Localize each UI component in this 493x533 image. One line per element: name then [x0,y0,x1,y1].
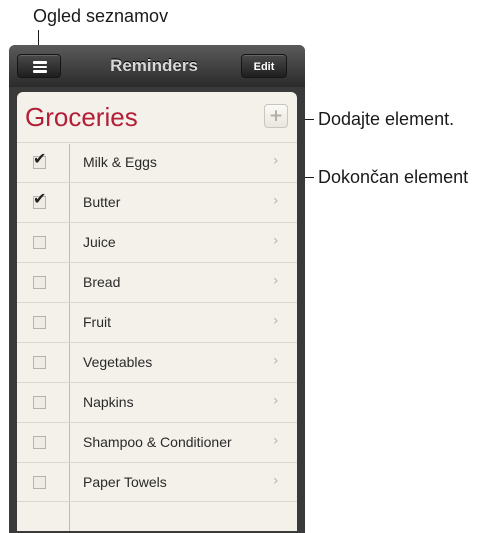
list-item[interactable]: Shampoo & Conditioner › [17,422,297,462]
list-title: Groceries [25,102,138,132]
list-item[interactable]: ✔ Milk & Eggs › [17,142,297,182]
list-item-label: Napkins [83,394,134,410]
list-item-label: Shampoo & Conditioner [83,434,232,450]
chevron-right-icon: › [273,273,279,289]
list-item[interactable]: Fruit › [17,302,297,342]
chevron-right-icon: › [273,353,279,369]
completion-checkbox[interactable] [33,316,46,329]
chevron-right-icon: › [273,393,279,409]
list-item[interactable]: Vegetables › [17,342,297,382]
list-item[interactable]: ✔ Butter › [17,182,297,222]
chevron-right-icon: › [273,313,279,329]
add-item-button[interactable]: + [264,104,288,128]
edit-button[interactable]: Edit [241,54,287,78]
list-item-label: Vegetables [83,354,153,370]
list-item-label: Milk & Eggs [83,154,157,170]
checkmark-icon: ✔ [33,189,47,208]
navigation-bar: Reminders Edit [9,45,305,87]
list-item[interactable]: Bread › [17,262,297,302]
callout-completed-item: Dokončan element [318,167,469,187]
completion-checkbox[interactable] [33,396,46,409]
chevron-right-icon: › [273,433,279,449]
callout-add-item: Dodajte element. [318,109,455,129]
list-item[interactable]: Napkins › [17,382,297,422]
callout-list-view: Ogled seznamov [33,6,169,26]
hamburger-menu-icon [33,61,47,73]
list-item-label: Paper Towels [83,474,167,490]
list-item[interactable]: Paper Towels › [17,462,297,502]
completion-checkbox[interactable] [33,236,46,249]
plus-icon: + [268,106,284,126]
list-paper: Groceries + ✔ Milk & Eggs › ✔ Butter › Juice › B… [17,92,297,531]
list-item-label: Butter [83,194,121,210]
list-item-label: Juice [83,234,116,250]
completion-checkbox[interactable] [33,356,46,369]
chevron-right-icon: › [273,153,279,169]
chevron-right-icon: › [273,193,279,209]
completion-checkbox[interactable]: ✔ [33,191,46,209]
annotated-screenshot: Ogled seznamov Dodajte element. Dokončan… [0,0,493,533]
list-view-button[interactable] [17,54,61,78]
reminders-app-screen: Reminders Edit Groceries + ✔ Milk & Eggs ›… [9,45,305,533]
completion-checkbox[interactable]: ✔ [33,151,46,169]
completion-checkbox[interactable] [33,436,46,449]
completion-checkbox[interactable] [33,276,46,289]
chevron-right-icon: › [273,233,279,249]
list-item[interactable]: Juice › [17,222,297,262]
checkmark-icon: ✔ [33,149,47,168]
chevron-right-icon: › [273,473,279,489]
list-item-label: Fruit [83,314,111,330]
completion-checkbox[interactable] [33,476,46,489]
nav-title: Reminders [110,56,198,75]
list-item-label: Bread [83,274,121,290]
reminder-list: ✔ Milk & Eggs › ✔ Butter › Juice › Bread › Fruit › V… [17,142,297,502]
